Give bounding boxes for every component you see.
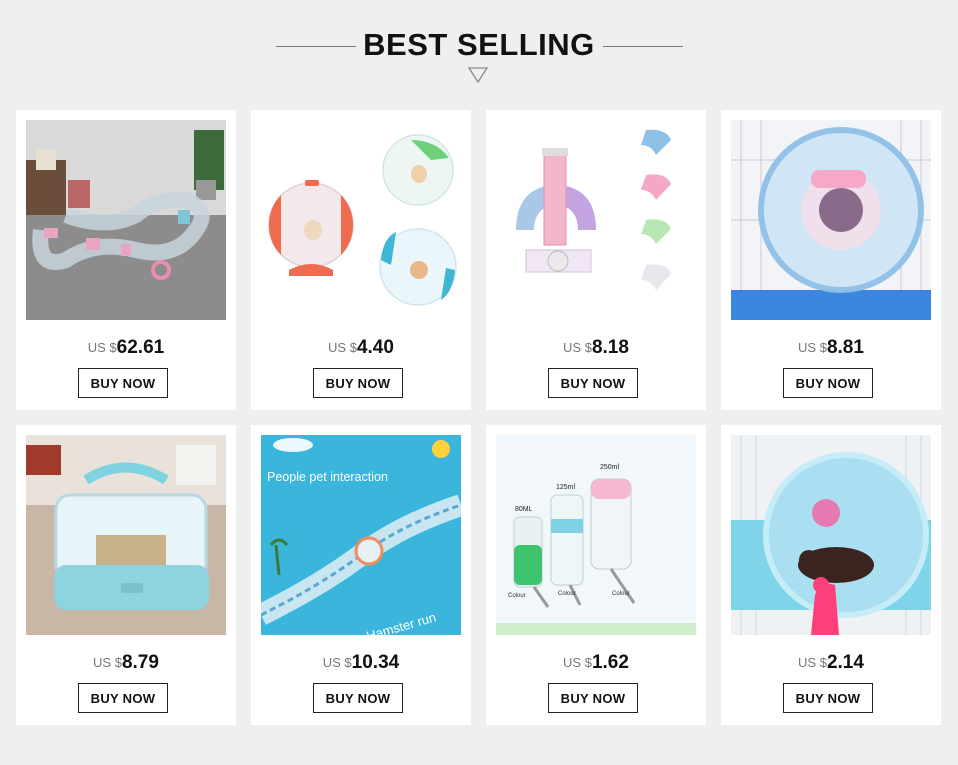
price-amount: 10.34 bbox=[351, 652, 400, 673]
buy-now-button[interactable]: BUY NOW bbox=[313, 368, 403, 398]
section-header: BEST SELLING bbox=[0, 0, 958, 100]
price-amount: 8.81 bbox=[826, 337, 864, 358]
price: US $1.62 bbox=[486, 652, 706, 674]
buy-now-button[interactable]: BUY NOW bbox=[548, 683, 638, 713]
image-label: 250ml bbox=[600, 464, 620, 471]
product-image[interactable]: 80ML 125ml 250ml Colour Colour Colour bbox=[496, 435, 696, 635]
currency-label: US $ bbox=[563, 340, 592, 355]
price: US $62.61 bbox=[16, 337, 236, 359]
product-card[interactable]: 80ML 125ml 250ml Colour Colour Colour US… bbox=[486, 425, 706, 725]
image-label: 80ML bbox=[515, 506, 533, 513]
product-card[interactable]: US $62.61 BUY NOW bbox=[16, 110, 236, 410]
buy-now-button[interactable]: BUY NOW bbox=[313, 683, 403, 713]
price-amount: 8.18 bbox=[591, 337, 629, 358]
image-label: Colour bbox=[612, 591, 630, 597]
price-amount: 4.40 bbox=[356, 337, 394, 358]
product-image[interactable] bbox=[731, 120, 931, 320]
price-amount: 8.79 bbox=[121, 652, 159, 673]
currency-label: US $ bbox=[87, 340, 117, 355]
down-triangle-icon bbox=[467, 67, 489, 84]
currency-label: US $ bbox=[322, 655, 352, 670]
price: US $10.34 bbox=[251, 652, 471, 674]
price-amount: 2.14 bbox=[826, 652, 864, 673]
price: US $4.40 bbox=[251, 337, 471, 359]
section-title: BEST SELLING bbox=[363, 27, 595, 62]
buy-now-button[interactable]: BUY NOW bbox=[78, 368, 168, 398]
currency-label: US $ bbox=[563, 655, 592, 670]
product-card[interactable]: US $8.18 BUY NOW bbox=[486, 110, 706, 410]
product-card[interactable]: People pet interaction Hamster run US $1… bbox=[251, 425, 471, 725]
price: US $2.14 bbox=[721, 652, 941, 674]
currency-label: US $ bbox=[328, 340, 357, 355]
buy-now-button[interactable]: BUY NOW bbox=[78, 683, 168, 713]
price-amount: 62.61 bbox=[116, 337, 165, 358]
buy-now-button[interactable]: BUY NOW bbox=[548, 368, 638, 398]
product-image[interactable] bbox=[261, 120, 461, 320]
product-image[interactable] bbox=[496, 120, 696, 320]
image-label: Colour bbox=[558, 591, 576, 597]
product-image[interactable] bbox=[26, 435, 226, 635]
currency-label: US $ bbox=[798, 655, 827, 670]
buy-now-button[interactable]: BUY NOW bbox=[783, 683, 873, 713]
buy-now-button[interactable]: BUY NOW bbox=[783, 368, 873, 398]
product-card[interactable]: US $4.40 BUY NOW bbox=[251, 110, 471, 410]
header-divider-right bbox=[603, 46, 683, 47]
price: US $8.18 bbox=[486, 337, 706, 359]
product-card[interactable]: US $2.14 BUY NOW bbox=[721, 425, 941, 725]
price-amount: 1.62 bbox=[591, 652, 629, 673]
image-caption: People pet interaction bbox=[267, 470, 388, 484]
price: US $8.79 bbox=[16, 652, 236, 674]
image-label: 125ml bbox=[556, 484, 576, 491]
image-label: Colour bbox=[508, 593, 526, 599]
product-card[interactable]: US $8.79 BUY NOW bbox=[16, 425, 236, 725]
product-image[interactable] bbox=[26, 120, 226, 320]
currency-label: US $ bbox=[798, 340, 827, 355]
product-card[interactable]: US $8.81 BUY NOW bbox=[721, 110, 941, 410]
currency-label: US $ bbox=[93, 655, 122, 670]
product-image[interactable]: People pet interaction Hamster run bbox=[261, 435, 461, 635]
product-image[interactable] bbox=[731, 435, 931, 635]
price: US $8.81 bbox=[721, 337, 941, 359]
